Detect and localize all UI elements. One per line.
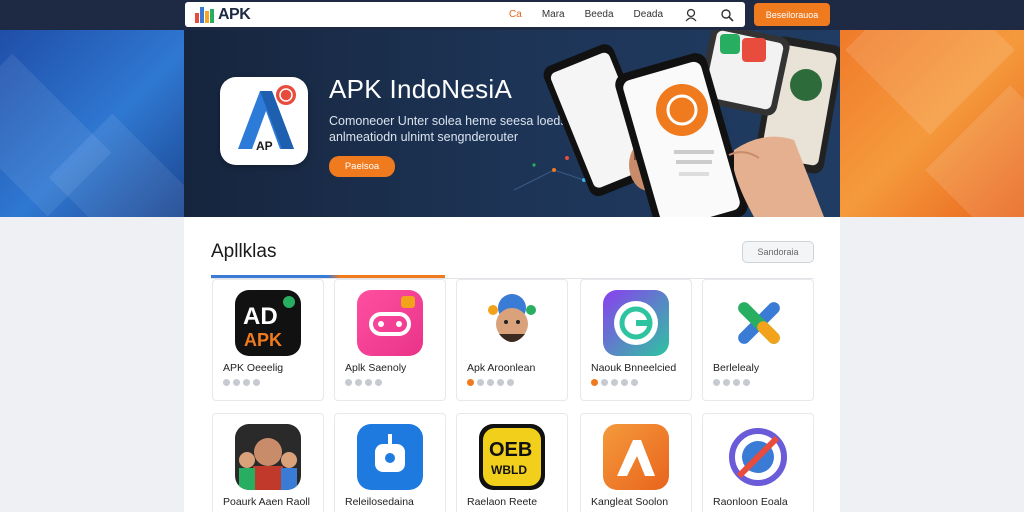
svg-text:AD: AD bbox=[243, 303, 278, 330]
user-icon[interactable] bbox=[683, 7, 699, 23]
app-card[interactable]: Releilosedaina bbox=[334, 413, 446, 512]
section-title: Apllklas bbox=[211, 241, 277, 262]
app-name: Poaurk Aaen Raoll bbox=[223, 496, 310, 508]
app-card[interactable]: Raonloon Eoala bbox=[702, 413, 814, 512]
app-card[interactable]: Apk Aroonlean bbox=[456, 279, 568, 401]
logo-bars-icon bbox=[195, 6, 214, 23]
svg-text:WBLD: WBLD bbox=[491, 463, 527, 477]
gamepad-icon bbox=[357, 290, 423, 356]
app-name: APK Oeeelig bbox=[223, 362, 284, 374]
app-name: Naouk Bnneelcied bbox=[591, 362, 677, 374]
app-name: Raonloon Eoala bbox=[713, 496, 788, 508]
nav-link-3[interactable]: Beeda bbox=[585, 9, 614, 20]
nav-link-2[interactable]: Mara bbox=[542, 9, 565, 20]
section-underline bbox=[211, 275, 445, 278]
right-decorative-band bbox=[840, 30, 1024, 217]
hero-logo-text: AP bbox=[256, 139, 273, 153]
rating-dots bbox=[223, 379, 260, 386]
app-card[interactable]: Poaurk Aaen Raoll bbox=[212, 413, 324, 512]
app-name: Berlelealy bbox=[713, 362, 760, 374]
left-decorative-band bbox=[0, 30, 184, 217]
apk-a-logo-icon: AP bbox=[238, 85, 296, 153]
hero-title: APK IndoNesiA bbox=[329, 74, 513, 104]
no-entry-icon bbox=[725, 424, 791, 490]
app-card[interactable]: AD APK APK Oeeelig bbox=[212, 279, 324, 401]
app-name: Aplk Saenoly bbox=[345, 362, 407, 374]
navbar: APK Ca Mara Beeda Deada bbox=[185, 2, 745, 27]
hero-banner: AP APK IndoNesiA Comoneoer Unter solea h… bbox=[184, 30, 840, 217]
rating-dots bbox=[467, 379, 514, 386]
svg-text:OEB: OEB bbox=[489, 439, 532, 461]
rating-dots bbox=[345, 379, 382, 386]
people-icon bbox=[235, 424, 301, 490]
app-name: Releilosedaina bbox=[345, 496, 414, 508]
header-cta-button[interactable]: Beseilorauoa bbox=[754, 3, 830, 26]
app-card[interactable]: Kangleat Soolon bbox=[580, 413, 692, 512]
robot-icon bbox=[357, 424, 423, 490]
g-logo-icon bbox=[603, 290, 669, 356]
phones-illustration bbox=[543, 30, 840, 217]
svg-text:APK: APK bbox=[244, 330, 282, 350]
x-cross-icon bbox=[725, 290, 791, 356]
ad-apk-icon: AD APK bbox=[235, 290, 301, 356]
hero-app-logo: AP bbox=[220, 77, 308, 165]
rating-dots bbox=[591, 379, 638, 386]
apps-panel: Apllklas Sandoraia AD APK APK Oeeelig Ap… bbox=[184, 217, 840, 512]
a-triangle-icon bbox=[603, 424, 669, 490]
app-card[interactable]: Naouk Bnneelcied bbox=[580, 279, 692, 401]
app-name: Raelaon Reete bbox=[467, 496, 538, 508]
avatar-character-icon bbox=[479, 290, 545, 356]
brand-logo[interactable]: APK bbox=[195, 5, 251, 24]
app-card[interactable]: Berlelealy bbox=[702, 279, 814, 401]
rating-dots bbox=[713, 379, 750, 386]
see-all-button[interactable]: Sandoraia bbox=[742, 241, 814, 263]
nav-link-1[interactable]: Ca bbox=[509, 9, 522, 20]
nav-link-4[interactable]: Deada bbox=[634, 9, 663, 20]
search-icon[interactable] bbox=[719, 7, 735, 23]
brand-name: APK bbox=[218, 5, 251, 23]
app-name: Kangleat Soolon bbox=[591, 496, 669, 508]
app-card[interactable]: OEB WBLD Raelaon Reete bbox=[456, 413, 568, 512]
app-name: Apk Aroonlean bbox=[467, 362, 536, 374]
oeb-logo-icon: OEB WBLD bbox=[479, 424, 545, 490]
hero-button[interactable]: Paelsoa bbox=[329, 156, 395, 177]
app-card[interactable]: Aplk Saenoly bbox=[334, 279, 446, 401]
